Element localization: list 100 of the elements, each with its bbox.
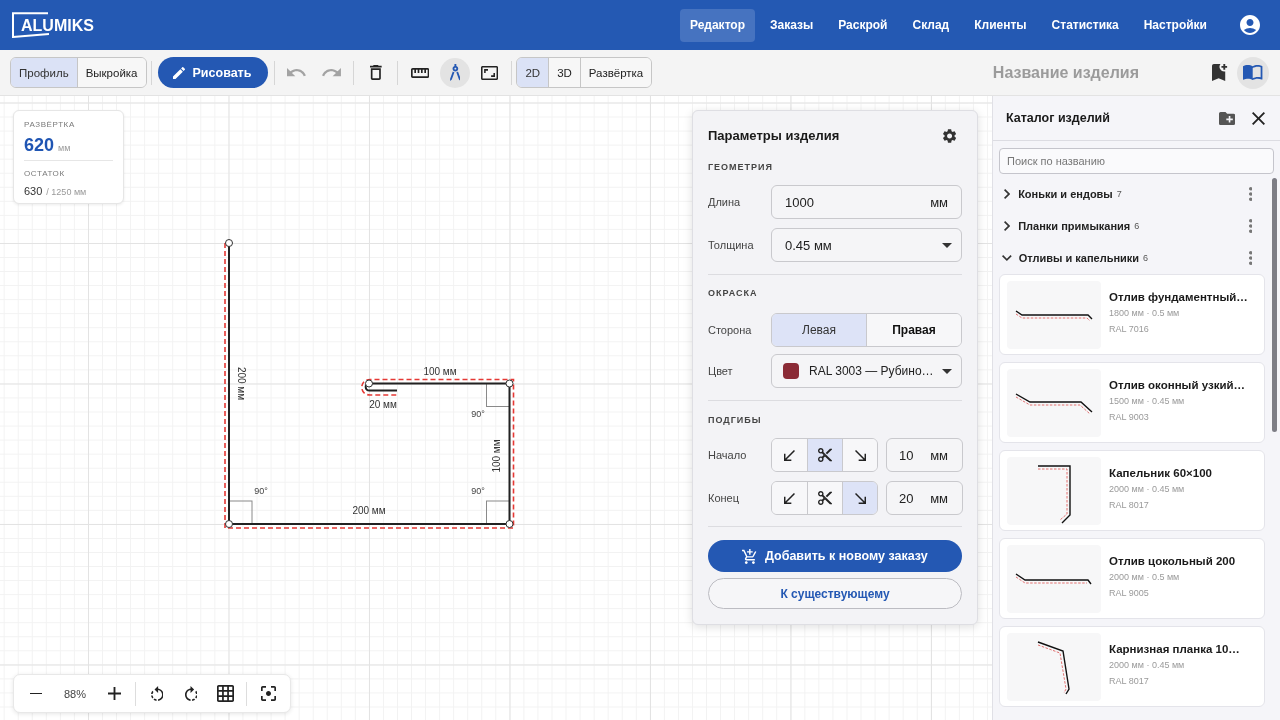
dimension-label: 200 мм (352, 504, 386, 516)
section-heading: ОКРАСКА (708, 287, 759, 300)
search-field[interactable]: Поиск по названию (999, 148, 1274, 174)
view-tab[interactable]: 2D (517, 58, 549, 87)
logo: ALUMIKS (12, 12, 94, 38)
remainder-label: ОСТАТОК (24, 169, 66, 179)
more-icon[interactable] (1248, 219, 1252, 233)
bend-length-field[interactable]: 10 мм (886, 438, 963, 472)
panel-title: Параметры изделия (708, 128, 840, 143)
bend-option[interactable] (807, 439, 842, 471)
existing-order-button[interactable]: К существующему (708, 578, 962, 609)
bend-option[interactable] (772, 439, 807, 471)
chevron-right-icon[interactable] (1004, 189, 1011, 199)
bend-option[interactable] (842, 482, 877, 514)
caret-icon (942, 242, 952, 248)
group-name[interactable]: Планки примыкания (1018, 220, 1131, 232)
unfold-value: 620 (24, 134, 55, 156)
focus-frame-icon (260, 686, 276, 701)
folder-plus-icon[interactable] (1218, 111, 1235, 125)
length-field[interactable]: 1000 мм (771, 185, 962, 219)
rotate-left-icon (150, 686, 164, 701)
account-icon[interactable] (1240, 15, 1260, 35)
pencil-icon (172, 66, 185, 79)
plus-icon (107, 687, 121, 700)
zoom-level: 88% (63, 687, 87, 700)
product-card[interactable]: Капельник 60×100 2000 мм · 0.45 мм RAL 8017 (999, 450, 1265, 531)
chevron-right-icon[interactable] (1004, 221, 1011, 231)
view-tab[interactable]: Развёртка (579, 58, 652, 87)
bend-option[interactable] (772, 482, 807, 514)
product-card[interactable]: Карнизная планка 10… 2000 мм · 0.45 мм RAL 8017 (999, 626, 1265, 707)
product-name: Отлив фундаментный… (1109, 290, 1248, 304)
bend-switch[interactable] (771, 481, 878, 515)
nav-link[interactable]: Раскрой (828, 8, 898, 42)
sheet-total: / 1250 мм (46, 187, 87, 197)
arrow-down-left-icon (784, 449, 795, 461)
dimension-label: 20 мм (369, 398, 397, 410)
nav-link[interactable]: Статистика (1041, 8, 1129, 42)
draw-button[interactable]: Рисовать (157, 57, 269, 88)
vertex-handle[interactable] (505, 520, 514, 528)
color-code: RAL 9005 (1109, 587, 1150, 600)
more-icon[interactable] (1248, 251, 1252, 265)
add-to-order-button[interactable]: Добавить к новому заказу (708, 540, 962, 572)
chevron-down-icon[interactable] (1002, 255, 1012, 261)
color-code: RAL 9003 (1109, 411, 1150, 424)
compass-button[interactable] (439, 57, 470, 88)
product-specs: 1500 мм · 0.45 мм (1109, 395, 1186, 408)
cart-plus-icon (742, 548, 757, 564)
product-card[interactable]: Отлив фундаментный… 1800 мм · 0.5 мм RAL 7016 (999, 274, 1265, 355)
trash-icon (370, 65, 382, 80)
color-select[interactable]: RAL 3003 — Рубино… (771, 354, 962, 388)
close-icon[interactable] (1252, 111, 1265, 125)
bend-option[interactable] (842, 439, 877, 471)
scrollbar-thumb[interactable] (1272, 178, 1277, 432)
side-option[interactable]: Левая (772, 314, 866, 346)
bookmark-plus-icon (1212, 64, 1228, 81)
vertex-handle[interactable] (365, 379, 373, 388)
bend-switch[interactable] (771, 438, 878, 472)
product-card[interactable]: Отлив цокольный 200 2000 мм · 0.5 мм RAL 9005 (999, 538, 1265, 619)
group-name[interactable]: Отливы и капельники (1018, 252, 1140, 264)
settings-icon[interactable] (942, 128, 956, 143)
dimension-label: 100 мм (490, 439, 502, 473)
scissors-icon (818, 491, 832, 505)
side-switch[interactable]: Левая Правая (771, 313, 962, 347)
mode-tab[interactable]: Профиль (11, 58, 77, 87)
product-name: Отлив цокольный 200 (1109, 554, 1236, 568)
product-specs: 2000 мм · 0.5 мм (1109, 571, 1181, 584)
arrow-down-right-icon (854, 449, 866, 461)
title-field[interactable]: Название изделия (949, 63, 1139, 82)
catalog-button[interactable] (1237, 56, 1269, 89)
mode-switch[interactable]: Профиль Выкройка (10, 57, 147, 88)
side-option[interactable]: Правая (866, 314, 961, 346)
bend-length-field[interactable]: 20 мм (886, 481, 963, 515)
field-label: Длина (708, 196, 742, 208)
vertex-handle[interactable] (505, 379, 514, 388)
group-name[interactable]: Коньки и ендовы (1018, 188, 1113, 200)
nav-link[interactable]: Настройки (1133, 8, 1217, 42)
more-icon[interactable] (1248, 187, 1252, 201)
nav-link[interactable]: Заказы (760, 8, 824, 42)
product-specs: 1800 мм · 0.5 мм (1109, 307, 1181, 320)
angle-label: 90° (471, 486, 485, 496)
thickness-select[interactable]: 0.45 мм (771, 228, 962, 262)
field-label: Конец (708, 492, 741, 504)
section-heading: ГЕОМЕТРИЯ (708, 161, 775, 174)
mode-tab[interactable]: Выкройка (76, 58, 146, 87)
bend-option[interactable] (807, 482, 842, 514)
panel-title: Каталог изделий (1006, 111, 1110, 125)
color-code: RAL 8017 (1109, 499, 1150, 512)
vertex-handle[interactable] (225, 239, 233, 247)
product-name: Отлив оконный узкий… (1109, 378, 1246, 392)
item-count: 7 (1116, 189, 1122, 199)
product-card[interactable]: Отлив оконный узкий… 1500 мм · 0.45 мм RAL 9003 (999, 362, 1265, 443)
redo-icon (322, 68, 342, 77)
section-heading: ПОДГИБЫ (708, 414, 763, 427)
nav-link[interactable]: Склад (902, 8, 960, 42)
color-code: RAL 7016 (1109, 323, 1150, 336)
nav-link[interactable]: Редактор (679, 8, 755, 42)
view-switch[interactable]: 2D 3D Развёртка (516, 57, 653, 88)
field-label: Толщина (708, 239, 755, 251)
nav-link[interactable]: Клиенты (964, 8, 1037, 42)
vertex-handle[interactable] (225, 520, 233, 528)
